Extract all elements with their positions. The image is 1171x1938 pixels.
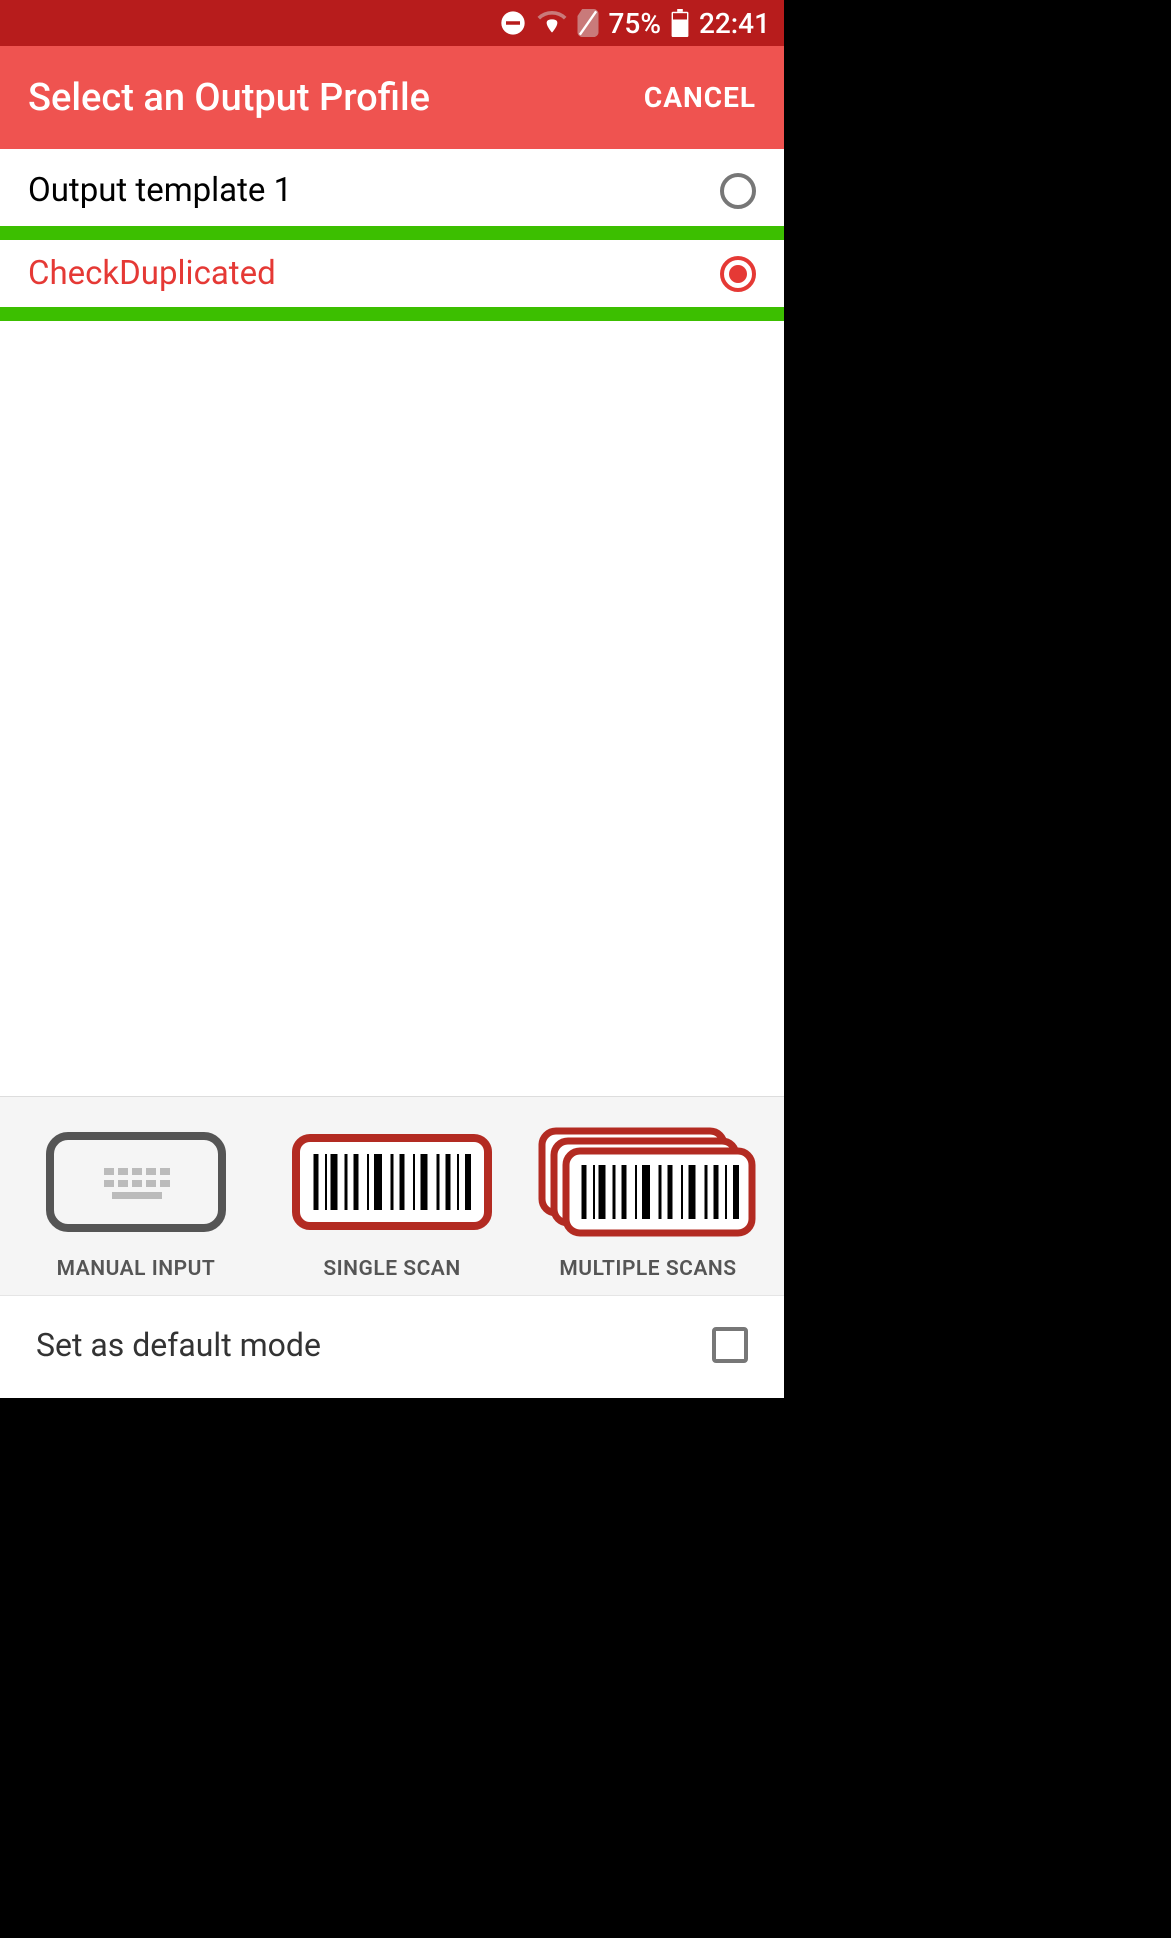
default-mode-row[interactable]: Set as default mode <box>0 1295 784 1398</box>
page-title: Select an Output Profile <box>28 76 430 120</box>
wifi-icon <box>537 11 567 35</box>
modes-section: MANUAL INPUT <box>0 1096 784 1398</box>
battery-icon <box>671 9 689 37</box>
keyboard-icon <box>14 1127 259 1237</box>
profile-item-label: CheckDuplicated <box>28 254 276 293</box>
radio-unselected-icon <box>720 173 756 209</box>
mode-label: MULTIPLE SCANS <box>559 1257 736 1281</box>
status-bar: 75% 22:41 <box>0 0 784 46</box>
mode-label: SINGLE SCAN <box>323 1257 460 1281</box>
app-bar: Select an Output Profile CANCEL <box>0 46 784 149</box>
default-mode-checkbox[interactable] <box>712 1327 748 1363</box>
battery-percent-label: 75% <box>609 7 661 40</box>
default-mode-label: Set as default mode <box>36 1326 321 1364</box>
clock-label: 22:41 <box>699 7 770 40</box>
mode-manual-input[interactable]: MANUAL INPUT <box>14 1127 259 1281</box>
radio-selected-icon <box>720 256 756 292</box>
profile-item-check-duplicated[interactable]: CheckDuplicated <box>0 232 784 315</box>
profile-item-output-template-1[interactable]: Output template 1 <box>0 149 784 232</box>
device-frame: 75% 22:41 Select an Output Profile CANCE… <box>0 0 784 1398</box>
barcode-single-icon <box>270 1127 515 1237</box>
profile-list: Output template 1 CheckDuplicated <box>0 149 784 1096</box>
no-sim-icon <box>577 9 599 37</box>
mode-label: MANUAL INPUT <box>57 1257 216 1281</box>
cancel-button[interactable]: CANCEL <box>644 81 756 114</box>
profile-item-label: Output template 1 <box>28 171 292 210</box>
modes-row: MANUAL INPUT <box>0 1097 784 1295</box>
do-not-disturb-icon <box>499 9 527 37</box>
barcode-multiple-icon <box>526 1127 771 1237</box>
mode-single-scan[interactable]: SINGLE SCAN <box>270 1127 515 1281</box>
mode-multiple-scans[interactable]: MULTIPLE SCANS <box>526 1127 771 1281</box>
